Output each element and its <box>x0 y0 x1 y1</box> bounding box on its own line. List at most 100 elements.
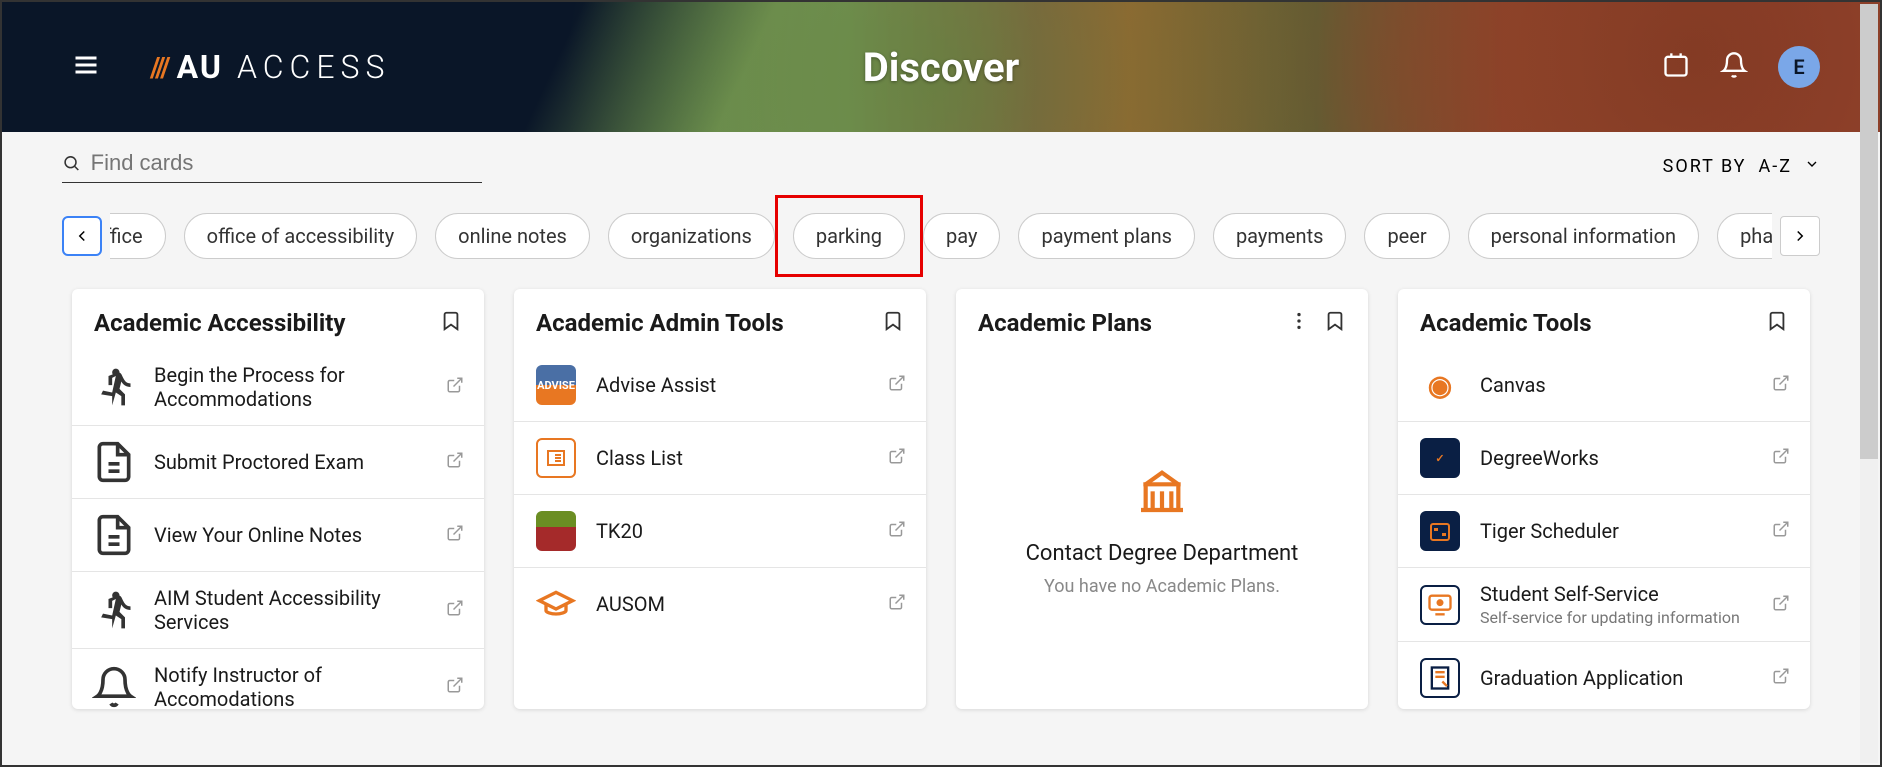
external-link-icon <box>1772 594 1790 616</box>
link-sublabel: Self-service for updating information <box>1480 608 1754 627</box>
menu-button[interactable] <box>72 51 100 83</box>
external-link-icon <box>446 676 464 698</box>
card-title: Academic Accessibility <box>94 309 345 337</box>
card-header: Academic Accessibility <box>72 289 484 349</box>
filter-tag[interactable]: pharmacy <box>1717 213 1772 259</box>
link-label: AUSOM <box>596 592 870 616</box>
link-label: Advise Assist <box>596 373 870 397</box>
link-item[interactable]: AIM Student Accessibility Services <box>72 572 484 649</box>
classlist-icon <box>534 436 578 480</box>
chevron-right-icon <box>1791 227 1809 245</box>
link-label: View Your Online Notes <box>154 523 428 547</box>
card-title: Academic Tools <box>1420 309 1592 337</box>
empty-subtitle: You have no Academic Plans. <box>1044 576 1280 597</box>
tags-scroll: office office of accessibility online note… <box>110 213 1772 259</box>
sort-label: SORT BY <box>1663 156 1747 177</box>
external-link-icon <box>446 451 464 473</box>
degreeworks-icon: ✓ <box>1418 436 1462 480</box>
bookmark-button[interactable] <box>1324 310 1346 336</box>
link-item[interactable]: Submit Proctored Exam <box>72 426 484 499</box>
card-header: Academic Plans <box>956 289 1368 349</box>
filter-tag[interactable]: organizations <box>608 213 775 259</box>
link-item[interactable]: ◉ Canvas <box>1398 349 1810 422</box>
hamburger-icon <box>72 51 100 79</box>
canvas-icon: ◉ <box>1418 363 1462 407</box>
filter-tag[interactable]: parking <box>793 213 905 259</box>
link-label: TK20 <box>596 519 870 543</box>
filter-tag[interactable]: online notes <box>435 213 590 259</box>
window-scrollbar[interactable] <box>1860 4 1878 763</box>
calendar-button[interactable] <box>1662 51 1690 83</box>
logo-access: ACCESS <box>237 48 391 86</box>
link-item[interactable]: ✓ DegreeWorks <box>1398 422 1810 495</box>
chevron-down-icon <box>1804 156 1820 177</box>
card-header: Academic Admin Tools <box>514 289 926 349</box>
filter-tag[interactable]: payments <box>1213 213 1346 259</box>
filter-tag[interactable]: payment plans <box>1018 213 1194 259</box>
external-link-icon <box>1772 667 1790 689</box>
link-item[interactable]: View Your Online Notes <box>72 499 484 572</box>
tags-next-button[interactable] <box>1780 216 1820 256</box>
link-label: DegreeWorks <box>1480 446 1754 470</box>
bookmark-button[interactable] <box>1766 310 1788 336</box>
link-item[interactable]: Student Self-Service Self-service for up… <box>1398 568 1810 642</box>
bookmark-button[interactable] <box>440 310 462 336</box>
link-item[interactable]: AUSOM <box>514 568 926 640</box>
logo-au: AU <box>177 48 223 86</box>
bookmark-icon <box>440 310 462 332</box>
bookmark-button[interactable] <box>882 310 904 336</box>
link-item[interactable]: Class List <box>514 422 926 495</box>
link-item[interactable]: Notify Instructor of Accomodations <box>72 649 484 709</box>
scrollbar-thumb[interactable] <box>1860 4 1878 459</box>
tags-prev-button[interactable] <box>62 216 102 256</box>
card-title: Academic Admin Tools <box>536 309 784 337</box>
doc-icon <box>92 440 136 484</box>
link-label: Class List <box>596 446 870 470</box>
more-button[interactable] <box>1288 310 1310 336</box>
link-label: AIM Student Accessibility Services <box>154 586 428 634</box>
card-header: Academic Tools <box>1398 289 1810 349</box>
external-link-icon <box>888 447 906 469</box>
bell-icon <box>92 665 136 709</box>
selfservice-icon <box>1418 583 1462 627</box>
link-label: Tiger Scheduler <box>1480 519 1754 543</box>
link-label: Submit Proctored Exam <box>154 450 428 474</box>
doc-icon <box>92 513 136 557</box>
search-box[interactable] <box>62 150 482 183</box>
filter-tag[interactable]: personal information <box>1468 213 1699 259</box>
filter-tag[interactable]: office of accessibility <box>184 213 418 259</box>
avatar[interactable]: E <box>1778 46 1820 88</box>
filter-tag[interactable]: pay <box>923 213 1000 259</box>
search-icon <box>62 153 81 173</box>
walk-icon <box>92 588 136 632</box>
external-link-icon <box>446 524 464 546</box>
scheduler-icon <box>1418 509 1462 553</box>
filter-tag[interactable]: office <box>110 213 166 259</box>
empty-title: Contact Degree Department <box>1026 541 1299 566</box>
search-sort-row: SORT BY A-Z <box>2 132 1880 193</box>
external-link-icon <box>888 374 906 396</box>
link-item[interactable]: Tiger Scheduler <box>1398 495 1810 568</box>
link-item[interactable]: Graduation Application <box>1398 642 1810 709</box>
ausom-icon <box>534 582 578 626</box>
link-item[interactable]: Begin the Process for Accommodations <box>72 349 484 426</box>
card-body: ◉ Canvas ✓ DegreeWorks Tiger Scheduler S… <box>1398 349 1810 709</box>
card-academic-tools: Academic Tools ◉ Canvas ✓ DegreeWorks Ti… <box>1398 289 1810 709</box>
external-link-icon <box>1772 374 1790 396</box>
link-item[interactable]: TK20 <box>514 495 926 568</box>
external-link-icon <box>446 376 464 398</box>
filter-tag[interactable]: peer <box>1364 213 1449 259</box>
gradapp-icon <box>1418 656 1462 700</box>
app-logo[interactable]: /// AU ACCESS <box>150 48 390 86</box>
link-item[interactable]: ADVISE Advise Assist <box>514 349 926 422</box>
building-icon <box>1134 461 1190 521</box>
sort-dropdown[interactable]: SORT BY A-Z <box>1663 156 1820 177</box>
external-link-icon <box>888 593 906 615</box>
search-input[interactable] <box>91 150 482 176</box>
logo-slashes: /// <box>150 51 169 84</box>
notifications-button[interactable] <box>1720 51 1748 83</box>
external-link-icon <box>888 520 906 542</box>
avatar-initial: E <box>1793 55 1804 79</box>
card-academic-accessibility: Academic Accessibility Begin the Process… <box>72 289 484 709</box>
link-label: Graduation Application <box>1480 666 1754 690</box>
